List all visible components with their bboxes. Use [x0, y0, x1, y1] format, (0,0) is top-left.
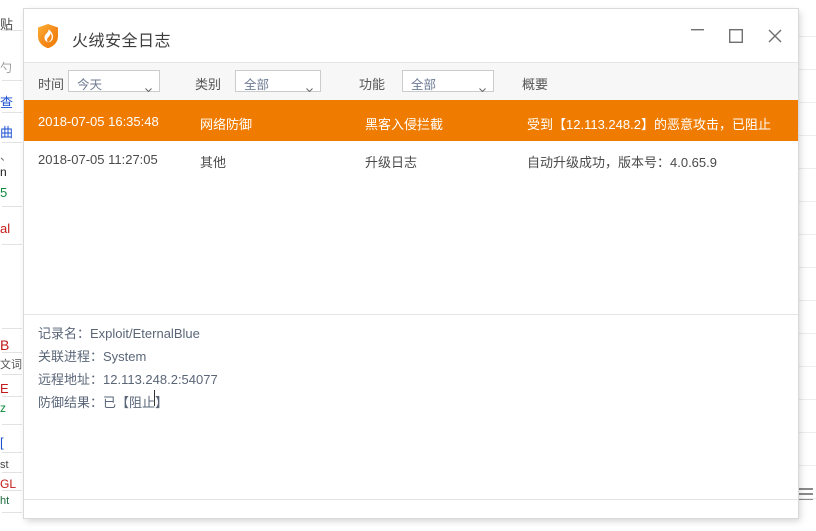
- detail-remote-address: 远程地址：12.113.248.2:54077: [38, 372, 218, 387]
- chevron-down-icon: [479, 79, 486, 93]
- log-summary: 自动升级成功，版本号：4.0.65.9: [527, 155, 717, 170]
- background-text-fragment: 查: [0, 95, 14, 110]
- item-count-label: 项目数：2: [38, 516, 97, 518]
- background-text-fragment: ht: [0, 495, 10, 507]
- chevron-down-icon: [145, 79, 152, 93]
- log-table: 2018-07-05 16:35:48 网络防御 黑客入侵拦截 受到【12.113.2…: [24, 103, 798, 314]
- background-text-fragment: GL: [0, 477, 17, 491]
- background-text-fragment: 贴: [0, 17, 14, 32]
- background-text-fragment: 、: [0, 149, 13, 163]
- category-filter-label: 类别: [195, 77, 222, 92]
- detail-result: 防御结果：已【阻止】: [38, 395, 169, 410]
- background-rule: [2, 512, 22, 513]
- export-logs-link[interactable]: 导出本页日志: [481, 516, 559, 518]
- clear-logs-link[interactable]: 清除本页日志: [616, 516, 694, 518]
- log-category: 网络防御: [200, 117, 253, 132]
- background-rule: [2, 206, 22, 207]
- background-text-fragment: 曲: [0, 125, 14, 140]
- background-text-fragment: al: [0, 221, 11, 236]
- time-filter-label: 时间: [38, 77, 65, 92]
- title-bar[interactable]: 火绒安全日志: [24, 9, 798, 62]
- summary-column-header: 概要: [522, 77, 549, 92]
- background-menu-icon: [797, 488, 813, 502]
- function-filter-value: 全部: [411, 78, 437, 92]
- refresh-link[interactable]: 刷新: [756, 516, 782, 518]
- background-rule: [2, 374, 22, 375]
- background-rule: [2, 328, 22, 329]
- time-filter-dropdown[interactable]: 今天: [68, 70, 160, 93]
- background-rule: [2, 396, 22, 397]
- background-text-fragment: st: [0, 459, 9, 471]
- log-summary: 受到【12.113.248.2】的恶意攻击，已阻止: [527, 117, 771, 132]
- category-filter-value: 全部: [244, 78, 270, 92]
- category-filter-dropdown[interactable]: 全部: [235, 70, 321, 93]
- log-time: 2018-07-05 11:27:05: [38, 152, 158, 167]
- close-button[interactable]: [760, 21, 790, 49]
- table-row[interactable]: 2018-07-05 16:35:48 网络防御 黑客入侵拦截 受到【12.113.2…: [24, 103, 798, 141]
- background-rule: [2, 80, 22, 81]
- minimize-button[interactable]: [682, 21, 712, 49]
- background-rule: [2, 142, 22, 143]
- log-window: 火绒安全日志 时间 今天 类别 全部 功能 全部 概要 2018-07-05 1…: [24, 9, 798, 518]
- background-text-fragment: 文词: [0, 359, 22, 371]
- background-text-fragment: [: [0, 435, 4, 450]
- maximize-button[interactable]: [721, 21, 751, 49]
- function-filter-label: 功能: [359, 77, 386, 92]
- background-text-fragment: E: [0, 381, 9, 396]
- table-row[interactable]: 2018-07-05 11:27:05 其他 升级日志 自动升级成功，版本号：4.0.…: [24, 141, 798, 179]
- background-text-fragment: z: [0, 401, 6, 415]
- window-title: 火绒安全日志: [72, 33, 172, 50]
- detail-process: 关联进程：System: [38, 349, 147, 364]
- time-filter-value: 今天: [77, 78, 103, 92]
- chevron-down-icon: [306, 79, 313, 93]
- background-page-left-strip: 贴勺查曲、 n 5 al B 文词 Ez [ st GL ht: [0, 0, 24, 531]
- text-cursor: [154, 390, 155, 406]
- log-function: 黑客入侵拦截: [365, 117, 444, 132]
- log-time: 2018-07-05 16:35:48: [38, 114, 159, 129]
- background-rule: [2, 424, 22, 425]
- background-rule: [2, 244, 22, 245]
- log-function: 升级日志: [365, 155, 418, 170]
- background-text-fragment: n: [0, 165, 7, 179]
- desktop-background: 贴勺查曲、 n 5 al B 文词 Ez [ st GL ht 火绒安全日志 时间 …: [0, 0, 816, 531]
- background-text-fragment: 5: [0, 185, 8, 200]
- background-text-fragment: 勺: [0, 61, 13, 75]
- log-category: 其他: [200, 155, 227, 170]
- background-rule: [2, 112, 22, 113]
- shield-flame-icon: [36, 23, 60, 49]
- log-detail-pane[interactable]: 记录名：Exploit/EternalBlue 关联进程：System 远程地址…: [24, 314, 798, 499]
- footer-bar: 项目数：2 导出本页日志 清除本页日志 刷新: [24, 499, 798, 518]
- filter-toolbar: 时间 今天 类别 全部 功能 全部 概要: [24, 62, 798, 103]
- background-rule: [2, 452, 22, 453]
- detail-record-name: 记录名：Exploit/EternalBlue: [38, 326, 200, 341]
- background-text-fragment: B: [0, 337, 10, 353]
- function-filter-dropdown[interactable]: 全部: [402, 70, 494, 93]
- background-rule: [2, 472, 22, 473]
